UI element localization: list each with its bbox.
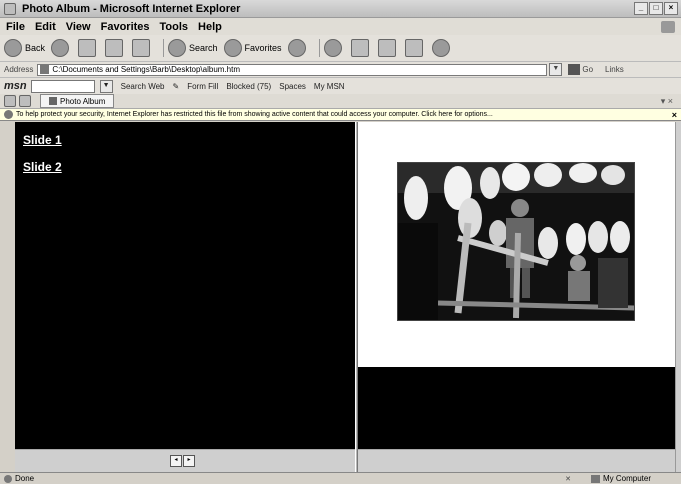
title-bar: Photo Album - Microsoft Internet Explore…: [0, 0, 681, 18]
menu-favorites[interactable]: Favorites: [101, 21, 150, 33]
infobar-text: To help protect your security, Internet …: [16, 111, 493, 118]
forward-button[interactable]: [51, 39, 72, 57]
standard-toolbar: Back Search Favorites: [0, 35, 681, 62]
edit-icon: [377, 39, 396, 57]
zone-label: My Computer: [602, 474, 651, 483]
discuss-icon: [404, 39, 423, 57]
close-button[interactable]: ×: [664, 2, 678, 15]
menu-view[interactable]: View: [66, 21, 91, 33]
back-arrow-icon: [4, 39, 22, 57]
previous-slide-icon[interactable]: ◂: [170, 455, 182, 467]
festival-photo-image: [398, 163, 634, 320]
search-button[interactable]: Search: [168, 39, 218, 57]
favorites-label: Favorites: [244, 43, 282, 53]
favorites-button[interactable]: Favorites: [223, 39, 282, 57]
security-icon: ✕: [565, 475, 571, 483]
edit-button[interactable]: [377, 39, 399, 57]
shield-icon: [4, 110, 13, 119]
window-edge-scrollbar[interactable]: [675, 122, 681, 472]
page-icon: [40, 65, 50, 74]
tab-label: Photo Album: [60, 96, 106, 106]
status-text: Done: [15, 474, 35, 483]
left-frame-footer: ◂ ▸: [15, 449, 355, 472]
windows-flag-icon: [661, 20, 675, 33]
star-icon: [223, 39, 242, 57]
search-web-button[interactable]: Search Web: [121, 82, 165, 91]
slide-photo: [397, 162, 635, 321]
infobar-close-icon[interactable]: ×: [672, 110, 677, 120]
printer-icon: [350, 39, 369, 57]
address-value: C:\Documents and Settings\Barb\Desktop\a…: [52, 65, 241, 74]
discuss-button[interactable]: [404, 39, 426, 57]
information-bar[interactable]: To help protect your security, Internet …: [0, 109, 681, 121]
refresh-button[interactable]: [105, 39, 126, 57]
popup-blocked-button[interactable]: Blocked (75): [226, 82, 271, 91]
tab-photo-album[interactable]: Photo Album: [40, 94, 115, 108]
go-arrow-icon: [568, 64, 581, 75]
stop-icon: [78, 39, 97, 57]
my-msn-button[interactable]: My MSN: [314, 82, 345, 91]
mail-button[interactable]: [323, 39, 345, 57]
minimize-button[interactable]: _: [634, 2, 648, 15]
right-frame-footer: [358, 449, 675, 472]
stop-button[interactable]: [78, 39, 99, 57]
menu-file[interactable]: File: [6, 21, 25, 33]
next-slide-icon[interactable]: ▸: [183, 455, 195, 467]
zone-indicator: My Computer: [590, 474, 651, 483]
toolbar-separator: [163, 39, 165, 57]
form-fill-button[interactable]: Form Fill: [187, 82, 218, 91]
tab-close-icon[interactable]: ▾ ×: [661, 96, 673, 107]
go-label: Go: [582, 65, 594, 74]
tab-list-icon[interactable]: [4, 95, 16, 107]
go-button[interactable]: Go: [568, 64, 593, 75]
menu-bar: File Edit View Favorites Tools Help: [0, 18, 681, 35]
slide-view-frame: [358, 122, 675, 367]
address-label: Address: [4, 65, 34, 74]
computer-icon: [590, 474, 600, 483]
slide-2-link[interactable]: Slide 2: [23, 160, 62, 174]
slide-view-lower-area: [358, 367, 675, 449]
quick-tabs-icon[interactable]: [19, 95, 31, 107]
history-icon: [287, 39, 306, 57]
address-input[interactable]: C:\Documents and Settings\Barb\Desktop\a…: [37, 63, 548, 76]
history-button[interactable]: [287, 39, 309, 57]
maximize-button[interactable]: □: [649, 2, 663, 15]
spaces-button[interactable]: Spaces: [279, 82, 306, 91]
slide-list-frame: Slide 1 Slide 2: [15, 122, 355, 449]
messenger-button[interactable]: [431, 39, 453, 57]
home-icon: [132, 39, 151, 57]
tab-bar: Photo Album ▾ ×: [0, 94, 681, 109]
window-title: Photo Album - Microsoft Internet Explore…: [22, 2, 241, 15]
search-icon: [168, 39, 187, 57]
menu-help[interactable]: Help: [198, 21, 222, 33]
page-icon: [49, 97, 57, 105]
links-button[interactable]: Links: [605, 65, 624, 74]
msn-search-dropdown[interactable]: ▼: [99, 79, 113, 93]
address-bar: Address C:\Documents and Settings\Barb\D…: [0, 62, 681, 78]
toolbar-separator: [318, 39, 320, 57]
page-done-icon: [4, 474, 12, 483]
ie-icon: [4, 2, 16, 15]
menu-tools[interactable]: Tools: [160, 21, 189, 33]
status-bar: Done ✕ My Computer: [0, 472, 681, 484]
messenger-icon: [431, 39, 450, 57]
back-label: Back: [25, 43, 46, 53]
msn-search-input[interactable]: [30, 79, 95, 93]
print-button[interactable]: [350, 39, 372, 57]
refresh-icon: [105, 39, 124, 57]
frame-border: [0, 122, 15, 472]
msn-logo[interactable]: msn: [4, 80, 27, 92]
mail-icon: [323, 39, 342, 57]
back-button[interactable]: Back: [4, 39, 45, 57]
forward-arrow-icon: [51, 39, 70, 57]
home-button[interactable]: [132, 39, 153, 57]
menu-edit[interactable]: Edit: [35, 21, 56, 33]
address-dropdown-button[interactable]: ▼: [549, 63, 563, 76]
search-label: Search: [189, 43, 218, 53]
slide-1-link[interactable]: Slide 1: [23, 133, 62, 147]
highlight-icon[interactable]: ✎: [173, 82, 180, 91]
msn-toolbar: msn ▼ Search Web ✎ Form Fill Blocked (75…: [0, 78, 681, 94]
